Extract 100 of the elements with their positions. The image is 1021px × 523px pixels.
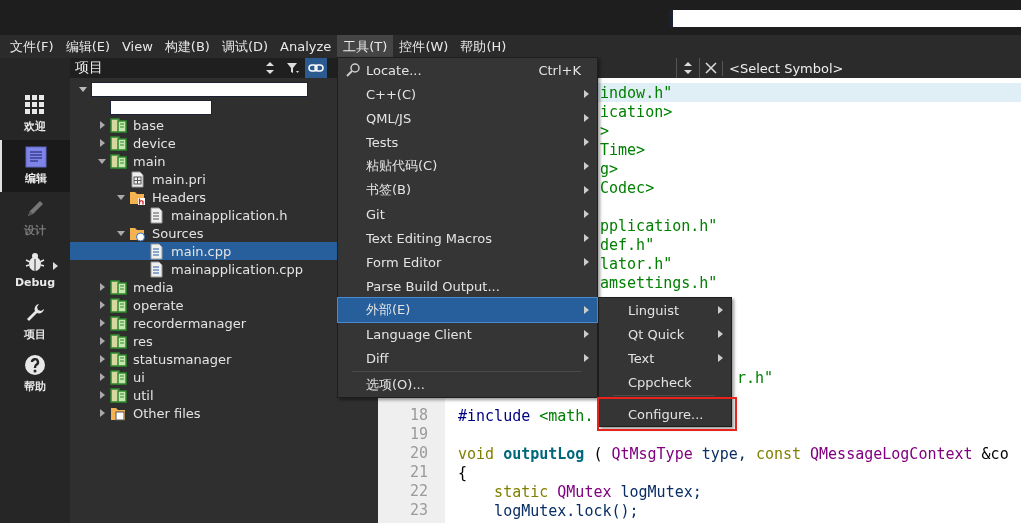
mode-button[interactable]: 欢迎 — [0, 88, 70, 140]
project-icon — [110, 350, 127, 368]
submenu-arrow-icon — [581, 209, 591, 219]
code-token: def.h" — [600, 235, 655, 254]
updown-icon — [683, 61, 693, 75]
file-icon — [148, 242, 165, 260]
menu-item[interactable]: 外部(E) — [338, 298, 597, 322]
menu-item[interactable]: Text Editing Macros — [338, 226, 597, 250]
mode-button[interactable]: Debug — [0, 244, 70, 296]
file-icon — [148, 206, 165, 224]
file-icon — [148, 260, 165, 278]
menu-item[interactable]: Git — [338, 202, 597, 226]
code-token: <math. — [539, 406, 594, 425]
tree-item[interactable]: statusmanager — [133, 351, 232, 367]
menu-item[interactable]: Diff — [338, 346, 597, 370]
collapse-arrow-icon — [116, 228, 126, 238]
close-icon — [705, 62, 717, 74]
code-token: r.h" — [737, 368, 774, 387]
code-token: pplication.h" — [600, 216, 718, 235]
tree-item[interactable]: main.cpp — [171, 243, 232, 259]
code-token: amsettings.h" — [600, 273, 718, 292]
submenu-arrow-icon — [581, 185, 591, 195]
mode-button[interactable]: 编辑 — [0, 140, 70, 192]
menu-item[interactable]: Locate... Ctrl+K — [338, 58, 597, 82]
project-icon — [110, 368, 127, 386]
menu-item[interactable]: View — [116, 35, 159, 58]
code-token: QtMsgType — [611, 444, 693, 463]
submenu-arrow-icon — [581, 305, 591, 315]
filter-icon — [286, 61, 300, 75]
tree-item[interactable]: mainapplication.h — [171, 207, 288, 223]
line-number: 19 — [408, 425, 429, 444]
menu-item[interactable]: Configure... — [599, 402, 731, 426]
project-icon — [110, 134, 127, 152]
project-icon — [110, 296, 127, 314]
menu-item[interactable]: QML/JS — [338, 106, 597, 130]
menu-item[interactable]: C++(C) — [338, 82, 597, 106]
submenu-arrow-icon — [581, 137, 591, 147]
tree-item[interactable]: base — [133, 117, 164, 133]
mode-button[interactable]: 帮助 — [0, 348, 70, 400]
collapse-arrow-icon — [116, 192, 126, 202]
menu-item[interactable]: 工具(T) — [337, 35, 394, 58]
menu-item[interactable]: 文件(F) — [4, 35, 60, 58]
menu-item[interactable]: Linguist — [599, 298, 731, 322]
line-number: 22 — [408, 482, 429, 501]
project-icon — [110, 314, 127, 332]
tree-item[interactable]: ui — [133, 369, 145, 385]
code-token: #include — [458, 406, 531, 425]
project-icon — [110, 116, 127, 134]
submenu-arrow-icon — [581, 257, 591, 267]
submenu-arrow-icon — [581, 233, 591, 243]
code-token: logMutex; — [620, 482, 702, 501]
menu-item[interactable]: Qt Quick — [599, 322, 731, 346]
code-token: &co — [981, 444, 1009, 463]
menu-item[interactable]: Parse Build Output... — [338, 274, 597, 298]
menu-item[interactable]: 粘贴代码(C) — [338, 154, 597, 178]
tree-item[interactable]: mainapplication.cpp — [171, 261, 303, 277]
menu-item[interactable]: Text — [599, 346, 731, 370]
updown-icon — [265, 61, 275, 75]
menu-item[interactable]: 调试(D) — [215, 35, 275, 58]
menu-item[interactable]: Language Client — [338, 322, 597, 346]
submenu-arrow-icon — [715, 305, 725, 315]
menu-item[interactable]: 构建(B) — [158, 35, 216, 58]
project-icon — [110, 332, 127, 350]
collapse-arrow-icon — [78, 84, 88, 94]
collapse-arrow-icon — [97, 156, 107, 166]
tree-item[interactable]: media — [133, 279, 174, 295]
line-number: 18 — [408, 406, 429, 425]
code-token: indow.h" — [600, 83, 673, 102]
submenu-arrow-icon — [581, 353, 591, 363]
code-token: QMessageLogContext — [810, 444, 973, 463]
tree-item[interactable]: operate — [133, 297, 184, 313]
submenu-arrow-icon — [581, 89, 591, 99]
help-icon — [24, 354, 46, 376]
tree-item[interactable]: main — [133, 153, 166, 169]
link-button[interactable] — [305, 58, 327, 78]
mode-button[interactable]: 项目 — [0, 296, 70, 348]
tree-item[interactable]: res — [133, 333, 153, 349]
menu-item[interactable]: 书签(B) — [338, 178, 597, 202]
tree-item[interactable]: device — [133, 135, 176, 151]
symbol-selector[interactable]: <Select Symbol> — [722, 60, 1021, 76]
menu-item[interactable]: 帮助(H) — [454, 35, 513, 58]
menu-item[interactable]: Tests — [338, 130, 597, 154]
project-icon — [110, 278, 127, 296]
tree-item[interactable]: Headers — [152, 189, 207, 205]
tree-item[interactable]: Sources — [152, 225, 204, 241]
menu-item[interactable]: 控件(W) — [393, 35, 455, 58]
line-number: 23 — [408, 501, 429, 520]
tree-item[interactable]: recordermanager — [133, 315, 247, 331]
menu-item[interactable]: 编辑(E) — [59, 35, 116, 58]
grid-icon — [24, 94, 46, 116]
menu-item[interactable]: 选项(O)... — [338, 373, 597, 397]
code-token: g> — [600, 159, 619, 178]
tree-item[interactable]: Other files — [133, 405, 201, 421]
tree-item[interactable]: util — [133, 387, 154, 403]
tree-item[interactable]: main.pri — [152, 171, 206, 187]
project-icon — [110, 152, 127, 170]
code-token: > — [600, 121, 610, 140]
menu-item[interactable]: Cppcheck — [599, 370, 731, 394]
menu-item[interactable]: Analyze — [274, 35, 338, 58]
menu-item[interactable]: Form Editor — [338, 250, 597, 274]
